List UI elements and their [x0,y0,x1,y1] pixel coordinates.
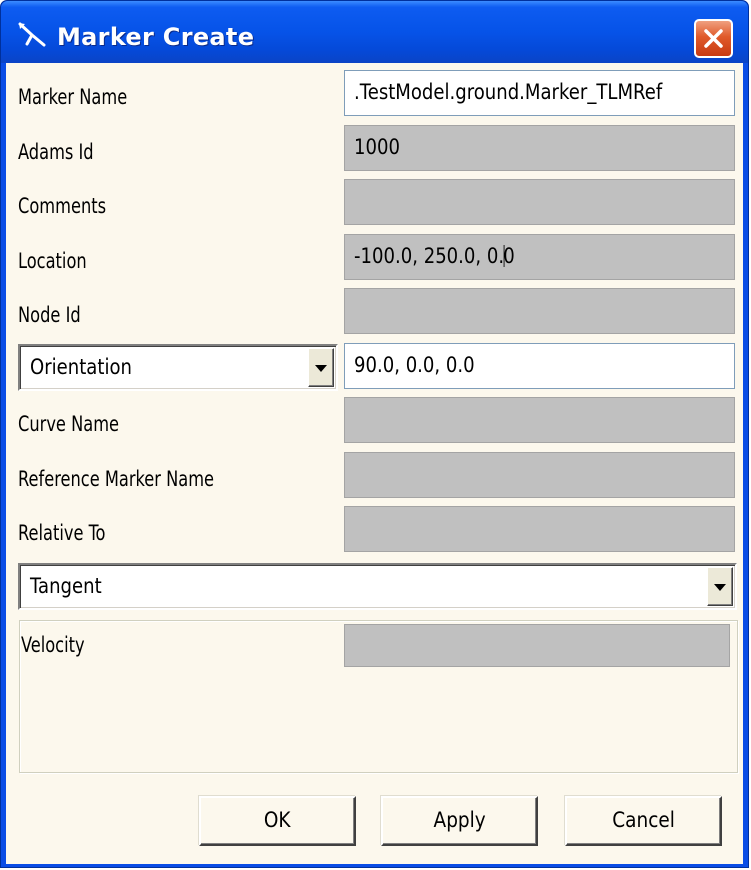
location-value: -100.0, 250.0, 0. [354,244,505,268]
close-icon [704,29,723,48]
title-bar[interactable]: Marker Create [1,1,748,63]
close-button[interactable] [694,19,733,58]
ok-button-label: OK [264,808,291,832]
location-field[interactable]: -100.0, 250.0, 0.0 [344,234,735,280]
orientation-dropdown-value: Orientation [30,355,132,379]
relative-to-field[interactable] [344,506,735,552]
relative-to-label: Relative To [18,521,106,545]
curve-name-label: Curve Name [18,412,120,436]
velocity-label: Velocity [21,633,85,657]
marker-name-field[interactable]: .TestModel.ground.Marker_TLMRef [344,70,735,116]
orientation-value: 90.0, 0.0, 0.0 [354,353,475,377]
orientation-dropdown[interactable]: Orientation [18,344,338,391]
adams-id-field[interactable]: 1000 [344,125,735,171]
window-title: Marker Create [57,23,255,51]
cancel-button[interactable]: Cancel [565,796,722,846]
marker-name-value: .TestModel.ground.Marker_TLMRef [354,80,663,104]
orientation-field[interactable]: 90.0, 0.0, 0.0 [344,343,735,389]
velocity-field[interactable] [344,624,730,667]
tangent-dropdown[interactable]: Tangent [18,563,737,610]
ok-button[interactable]: OK [199,796,356,846]
reference-marker-name-field[interactable] [344,452,735,498]
comments-label: Comments [18,194,107,218]
dialog-body: Marker Name .TestModel.ground.Marker_TLM… [6,63,743,864]
reference-marker-name-label: Reference Marker Name [18,467,215,491]
node-id-label: Node Id [18,303,81,327]
location-value-tail: 0 [503,244,515,268]
chevron-down-icon[interactable] [707,567,733,606]
marker-name-label: Marker Name [18,85,128,109]
chevron-down-icon[interactable] [308,348,334,387]
marker-create-dialog: Marker Create Marker Name .TestModel.gro… [0,0,749,868]
tangent-dropdown-value: Tangent [30,574,102,598]
cancel-button-label: Cancel [612,808,675,832]
apply-button[interactable]: Apply [381,796,538,846]
location-label: Location [18,249,87,273]
node-id-field[interactable] [344,288,735,334]
adams-id-label: Adams Id [18,140,94,164]
curve-name-field[interactable] [344,397,735,443]
marker-arrow-icon [18,22,46,47]
comments-field[interactable] [344,179,735,225]
apply-button-label: Apply [433,808,486,832]
adams-id-value: 1000 [354,135,400,159]
